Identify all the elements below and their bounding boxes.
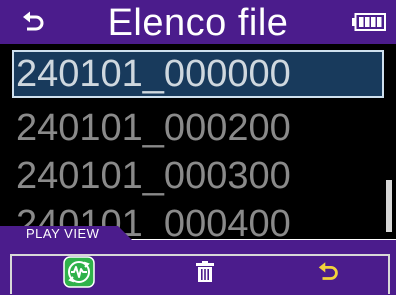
file-name: 240101_000300 <box>16 155 291 197</box>
file-name: 240101_000000 <box>16 53 291 95</box>
battery-icon <box>352 13 386 31</box>
file-list-item[interactable]: 240101_000300 <box>0 152 396 200</box>
file-name: 240101_000200 <box>16 107 291 149</box>
file-list: 240101_000000 240101_000200 240101_00030… <box>0 44 396 239</box>
file-list-item[interactable]: 240101_000200 <box>0 104 396 152</box>
back-arrow-icon <box>318 262 338 280</box>
back-button[interactable] <box>312 256 346 288</box>
delete-button[interactable] <box>188 256 222 288</box>
mode-tab-label: PLAY VIEW <box>26 226 100 241</box>
file-list-screen: Elenco file 240101_000000 240101_000200 … <box>0 0 396 295</box>
screen-title: Elenco file <box>107 2 289 44</box>
bottom-toolbar <box>0 240 396 295</box>
file-list-item-selected[interactable]: 240101_000000 <box>0 50 396 98</box>
trash-icon <box>196 261 214 282</box>
battery-indicator <box>352 13 386 31</box>
back-arrow-icon <box>23 11 44 31</box>
back-button[interactable] <box>20 8 48 36</box>
title-bar: Elenco file <box>0 0 396 44</box>
waveform-play-view-icon <box>63 256 95 288</box>
scrollbar[interactable] <box>386 180 392 232</box>
play-view-button[interactable] <box>62 256 96 288</box>
